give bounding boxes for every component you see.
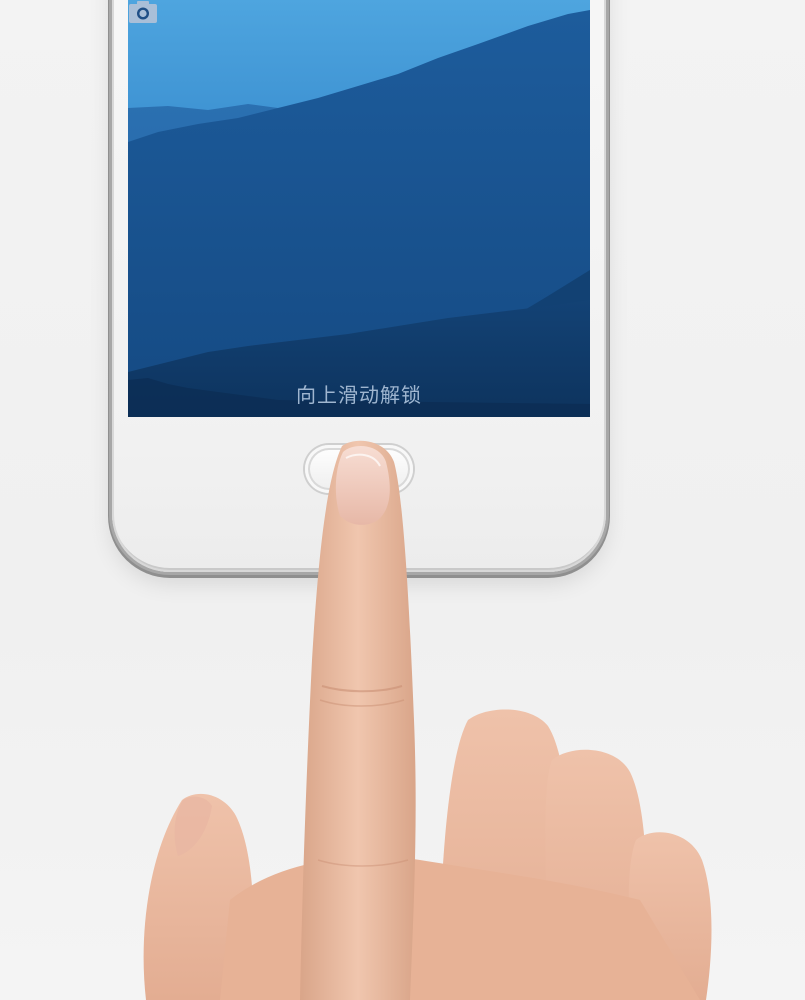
product-photo: 向上滑动解锁 <box>0 0 805 1000</box>
hand-illustration <box>143 440 712 1000</box>
